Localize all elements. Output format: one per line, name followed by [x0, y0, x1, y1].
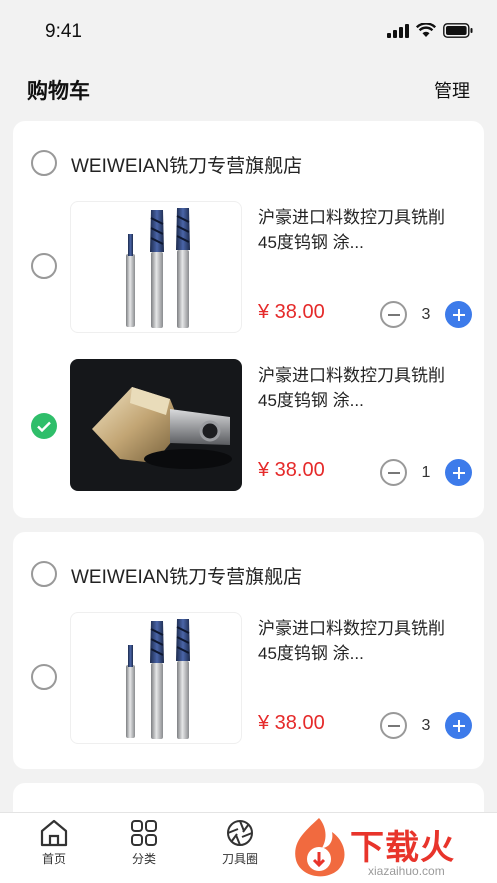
quantity-value: 3 [421, 716, 431, 734]
status-icons [387, 23, 473, 38]
grid-icon [131, 820, 157, 846]
plus-icon [452, 466, 465, 479]
quantity-stepper: 3 [380, 712, 472, 739]
product-title[interactable]: 沪豪进口料数控刀具铣削45度钨钢 涂... [258, 363, 458, 413]
page-title: 购物车 [27, 80, 90, 103]
product-image[interactable] [70, 359, 242, 491]
store-header: WEIWEIAN铣刀专营旗舰店 [13, 532, 484, 614]
tab-label: 分类 [131, 852, 156, 866]
store-header: WEIWEIAN铣刀专营旗舰店 [13, 121, 484, 203]
manage-button[interactable]: 管理 [434, 77, 470, 103]
store-select-radio[interactable] [31, 150, 57, 176]
product-image[interactable] [70, 612, 242, 744]
product-price: ¥ 38.00 [258, 459, 325, 481]
decrease-quantity-button[interactable] [380, 712, 407, 739]
cart-item: 沪豪进口料数控刀具铣削45度钨钢 涂... ¥ 38.00 3 [13, 612, 484, 744]
status-time: 9:41 [45, 21, 82, 42]
plus-icon [452, 308, 465, 321]
tab-label: 刀具圈 [221, 852, 258, 866]
item-select-radio[interactable] [31, 253, 57, 279]
quantity-value: 3 [421, 305, 431, 323]
increase-quantity-button[interactable] [445, 712, 472, 739]
item-select-radio[interactable] [31, 664, 57, 690]
product-title[interactable]: 沪豪进口料数控刀具铣削45度钨钢 涂... [258, 205, 458, 255]
cart-item: 沪豪进口料数控刀具铣削45度钨钢 涂... ¥ 38.00 1 [13, 359, 484, 491]
tab-home[interactable]: 首页 [22, 819, 86, 867]
minus-icon [387, 313, 400, 316]
wifi-icon [416, 23, 436, 37]
item-select-radio[interactable] [31, 413, 57, 439]
plus-icon [452, 719, 465, 732]
store-card: WEIWEIAN铣刀专营旗舰店 沪豪进口料数控刀具铣削45度钨钢 涂... ¥ … [13, 121, 484, 518]
signal-icon [387, 23, 409, 38]
quantity-value: 1 [421, 463, 431, 481]
watermark-url: xiazaihuo.com [368, 864, 445, 878]
quantity-stepper: 1 [380, 459, 472, 486]
minus-icon [387, 724, 400, 727]
quantity-stepper: 3 [380, 301, 472, 328]
watermark: 下载火 xiazaihuo.com [282, 812, 497, 883]
tab-category[interactable]: 分类 [112, 819, 176, 867]
cart-item: 沪豪进口料数控刀具铣削45度钨钢 涂... ¥ 38.00 3 [13, 201, 484, 333]
battery-icon [443, 23, 473, 38]
store-name: WEIWEIAN铣刀专营旗舰店 [71, 156, 303, 177]
aperture-icon [227, 820, 253, 846]
end-mill-image [126, 619, 190, 739]
minus-icon [387, 471, 400, 474]
decrease-quantity-button[interactable] [380, 459, 407, 486]
flame-logo-icon [295, 818, 345, 877]
store-card: WEIWEIAN铣刀专营旗舰店 沪豪进口料数控刀具铣削45度钨钢 涂... ¥ … [13, 532, 484, 769]
check-icon [37, 421, 51, 432]
store-select-radio[interactable] [31, 561, 57, 587]
product-price: ¥ 38.00 [258, 301, 325, 323]
increase-quantity-button[interactable] [445, 459, 472, 486]
store-name: WEIWEIAN铣刀专营旗舰店 [71, 567, 303, 588]
status-bar: 9:41 [0, 0, 497, 60]
decrease-quantity-button[interactable] [380, 301, 407, 328]
product-title[interactable]: 沪豪进口料数控刀具铣削45度钨钢 涂... [258, 616, 458, 666]
increase-quantity-button[interactable] [445, 301, 472, 328]
product-price: ¥ 38.00 [258, 712, 325, 734]
product-image[interactable] [70, 201, 242, 333]
tab-label: 首页 [41, 852, 66, 866]
tab-tool-circle[interactable]: 刀具圈 [208, 819, 272, 867]
end-mill-image [126, 208, 190, 328]
router-bit-image [92, 387, 232, 469]
watermark-text: 下载火 [350, 829, 455, 867]
home-icon [40, 819, 68, 847]
header: 购物车 管理 [0, 62, 497, 112]
